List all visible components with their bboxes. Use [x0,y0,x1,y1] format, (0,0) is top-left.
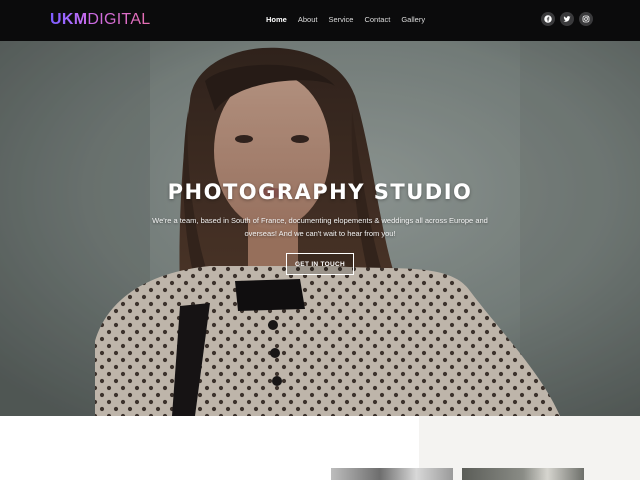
site-header: UKMDIGITAL Home About Service Contact Ga… [0,0,640,41]
facebook-icon[interactable] [541,12,555,26]
logo[interactable]: UKMDIGITAL [50,10,151,30]
hero-title: PHOTOGRAPHY STUDIO [167,180,473,204]
hero-description: We're a team, based in South of France, … [152,216,488,238]
logo-bold-text: UKM [50,11,88,28]
content-section [0,416,640,480]
nav-item-contact[interactable]: Contact [364,14,390,26]
nav-item-about[interactable]: About [298,14,318,26]
gallery-image[interactable] [462,468,584,480]
nav-item-service[interactable]: Service [328,14,353,26]
twitter-icon[interactable] [560,12,574,26]
social-links [541,12,593,26]
hero-section: PHOTOGRAPHY STUDIO We're a team, based i… [0,41,640,416]
nav-item-gallery[interactable]: Gallery [401,14,425,26]
get-in-touch-button[interactable]: GET IN TOUCH [286,253,354,275]
logo-light-text: DIGITAL [87,11,151,28]
nav-item-home[interactable]: Home [266,14,287,26]
gallery-image[interactable] [331,468,453,480]
instagram-icon[interactable] [579,12,593,26]
main-nav: Home About Service Contact Gallery [266,14,436,26]
